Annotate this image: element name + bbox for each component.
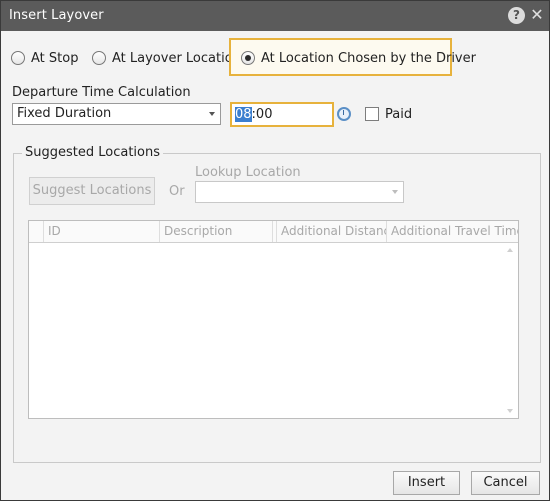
grid-header: ID Description Additional Distance Addit… xyxy=(29,221,518,243)
column-header-additional-distance[interactable]: Additional Distance xyxy=(276,221,386,242)
dropdown-arrow-icon xyxy=(392,190,398,194)
column-header-additional-travel-time[interactable]: Additional Travel Time xyxy=(386,221,518,242)
radio-icon xyxy=(92,51,106,65)
suggested-locations-legend: Suggested Locations xyxy=(22,145,164,160)
insert-button[interactable]: Insert xyxy=(393,471,460,495)
lookup-location-label: Lookup Location xyxy=(195,165,301,180)
radio-at-layover-location[interactable]: At Layover Location xyxy=(92,49,241,67)
radio-label-at-location-chosen-by-driver: At Location Chosen by the Driver xyxy=(261,50,476,66)
suggest-locations-button[interactable]: Suggest Locations xyxy=(29,177,155,205)
insert-layover-dialog: Insert Layover ? ✕ At Stop At Layover Lo… xyxy=(0,0,550,501)
column-header-description[interactable]: Description xyxy=(159,221,272,242)
departure-time-input[interactable]: 08:00 xyxy=(230,102,334,127)
lookup-location-select[interactable] xyxy=(195,181,404,203)
dialog-title: Insert Layover xyxy=(9,8,104,23)
scroll-up-icon[interactable] xyxy=(507,248,513,252)
radio-at-stop[interactable]: At Stop xyxy=(11,49,78,67)
radio-selected-icon xyxy=(241,51,255,65)
paid-checkbox[interactable] xyxy=(365,107,379,121)
radio-label-at-stop: At Stop xyxy=(31,50,79,66)
or-label: Or xyxy=(169,184,185,199)
time-rest-text: :00 xyxy=(251,107,273,122)
time-selected-text: 08 xyxy=(235,107,252,122)
column-header-id[interactable]: ID xyxy=(43,221,159,242)
radio-at-location-chosen-by-driver[interactable]: At Location Chosen by the Driver xyxy=(241,49,476,67)
radio-label-at-layover-location: At Layover Location xyxy=(112,50,241,66)
locations-grid[interactable]: ID Description Additional Distance Addit… xyxy=(28,220,519,419)
scroll-down-icon[interactable] xyxy=(507,409,513,413)
close-icon[interactable]: ✕ xyxy=(530,6,544,24)
departure-time-label: Departure Time Calculation xyxy=(12,85,191,100)
departure-method-value: Fixed Duration xyxy=(17,106,112,121)
help-icon[interactable]: ? xyxy=(508,7,525,24)
paid-label: Paid xyxy=(385,107,413,122)
cancel-button[interactable]: Cancel xyxy=(471,471,540,495)
clock-icon[interactable] xyxy=(337,107,351,121)
departure-method-select[interactable]: Fixed Duration xyxy=(12,103,221,125)
radio-icon xyxy=(11,51,25,65)
dropdown-arrow-icon xyxy=(209,112,215,116)
title-bar: Insert Layover ? ✕ xyxy=(1,1,549,31)
